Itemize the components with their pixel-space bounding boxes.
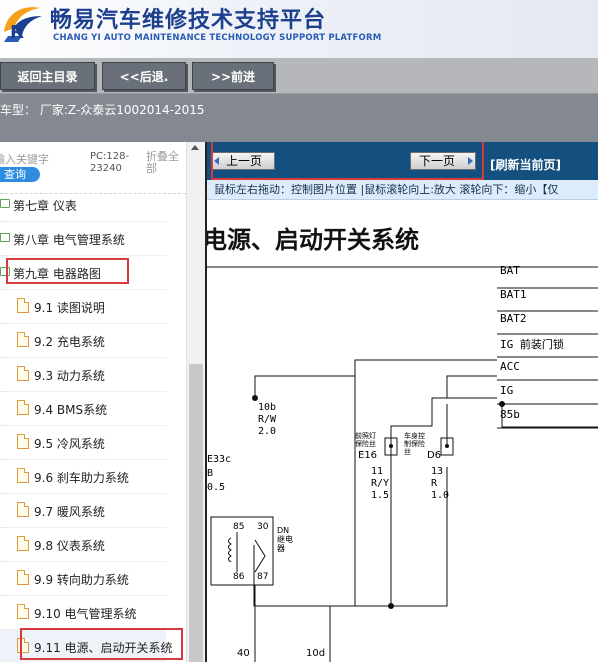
tree-item-label: 9.4 BMS系统 [34,403,108,417]
diagram-viewer: 上一页 下一页 [刷新当前页] 鼠标左右拖动：控制图片位置 |鼠标滚轮向上:放大… [205,142,598,662]
tree-chapter-label: 第八章 电气管理系统 [13,233,125,247]
document-icon [17,434,29,449]
rail-label-ig-lock: IG 前装门锁 [500,338,564,351]
wiring-diagram[interactable]: 电源、启动开关系统 BAT BAT1 BAT2 IG 前装门锁 ACC IG 8… [207,200,598,662]
document-icon [17,400,29,415]
tree-item-9-4[interactable]: 9.4 BMS系统 [0,392,166,426]
car-model-bar: 车型： 厂家:Z-众泰云1002014-2015 [0,94,598,142]
rail-label-ig: IG [500,384,514,397]
document-icon [17,332,29,347]
tree-item-9-2[interactable]: 9.2 充电系统 [0,324,166,358]
tree-item-label: 9.2 充电系统 [34,335,105,349]
home-button[interactable]: 返回主目录 [0,62,95,90]
rail-label-acc: ACC [500,360,520,373]
wire-label: 11 R/Y 1.5 [371,466,390,501]
folder-icon [0,233,10,242]
wire-label: 10b R/W 2.0 [258,402,277,437]
tree-chapter-label: 第七章 仪表 [13,199,77,213]
tree-item-label: 9.1 读图说明 [34,301,105,315]
tree-item-label: 9.3 动力系统 [34,369,105,383]
tree-item-label: 9.10 电气管理系统 [34,607,137,621]
tree-item-9-1[interactable]: 9.1 读图说明 [0,290,166,324]
connector-label: E16 [358,450,378,461]
main-toolbar: 返回主目录 <<后退. >>前进 [0,58,598,94]
highlight-item-box [20,628,183,660]
rail-label-85b: 85b [500,408,520,421]
svg-text:R: R [10,22,24,43]
car-model-text: 车型： 厂家:Z-众泰云1002014-2015 [0,103,205,117]
tree-item-label: 9.9 转向助力系统 [34,573,129,587]
highlight-nav-box [211,142,484,180]
relay-label: DN继电器 [277,526,293,553]
tree-item-9-5[interactable]: 9.5 冷风系统 [0,426,166,460]
zoom-hint: 鼠标左右拖动：控制图片位置 |鼠标滚轮向上:放大 滚轮向下：缩小【仅 [207,180,598,200]
rail-label-bat1: BAT1 [500,288,527,301]
brand-title-cn: 畅易汽车维修技术支持平台 [50,8,327,33]
scroll-thumb[interactable] [189,364,203,662]
sidebar: 输入关键字 查询 PC:128-23240 折叠全部 第七章 仪表 第八章 电气… [0,142,205,662]
tree-item-9-10[interactable]: 9.10 电气管理系统 [0,596,166,630]
search-button[interactable]: 查询 [0,167,40,182]
relay-pin: 85 [233,522,245,532]
document-icon [17,366,29,381]
collapse-all-button[interactable]: 折叠全部 [146,151,186,175]
back-button[interactable]: <<后退. [102,62,186,90]
wire-bottom-label: 40 [237,648,250,659]
document-icon [17,536,29,551]
wire-label: 13 R 1.0 [431,466,450,501]
tree-item-label: 9.7 暖风系统 [34,505,105,519]
document-icon [17,604,29,619]
connector-e33c-labels: E33c B 0.5 [207,454,232,493]
highlight-chapter-box [6,258,129,284]
wire-bottom-label: 10d [306,648,326,659]
document-icon [17,502,29,517]
tree-item-9-7[interactable]: 9.7 暖风系统 [0,494,166,528]
fuse-label: 前照灯保险丝 [355,432,376,448]
document-icon [17,570,29,585]
tree-item-9-3[interactable]: 9.3 动力系统 [0,358,166,392]
rail-label-bat: BAT [500,264,520,277]
search-area: 输入关键字 查询 PC:128-23240 折叠全部 [0,142,186,192]
tree-item-label: 9.5 冷风系统 [34,437,105,451]
sidebar-scrollbar[interactable] [186,142,205,662]
document-icon [17,298,29,313]
keyword-input[interactable]: 输入关键字 [0,151,49,167]
tree-chapter-8[interactable]: 第八章 电气管理系统 [0,222,166,256]
rail-label-bat2: BAT2 [500,312,527,325]
tree-item-9-6[interactable]: 9.6 刹车助力系统 [0,460,166,494]
folder-icon [0,199,10,208]
tree-item-label: 9.6 刹车助力系统 [34,471,129,485]
pc-code: PC:128-23240 [90,151,130,174]
relay-pin: 87 [257,572,269,582]
tree-item-label: 9.8 仪表系统 [34,539,105,553]
scroll-up-arrow-icon[interactable] [191,145,199,150]
tree-item-9-8[interactable]: 9.8 仪表系统 [0,528,166,562]
chang-yi-logo-icon: R [4,7,42,43]
document-icon [17,468,29,483]
tree-chapter-7[interactable]: 第七章 仪表 [0,188,166,222]
relay-pin: 30 [257,522,269,532]
connector-label: D6 [427,450,442,461]
forward-button[interactable]: >>前进 [192,62,274,90]
refresh-page-link[interactable]: [刷新当前页] [490,156,561,173]
brand-title-en: CHANG YI AUTO MAINTENANCE TECHNOLOGY SUP… [53,33,382,43]
tree-item-9-9[interactable]: 9.9 转向助力系统 [0,562,166,596]
app-header: R 畅易汽车维修技术支持平台 CHANG YI AUTO MAINTENANCE… [0,0,598,58]
relay-pin: 86 [233,572,245,582]
